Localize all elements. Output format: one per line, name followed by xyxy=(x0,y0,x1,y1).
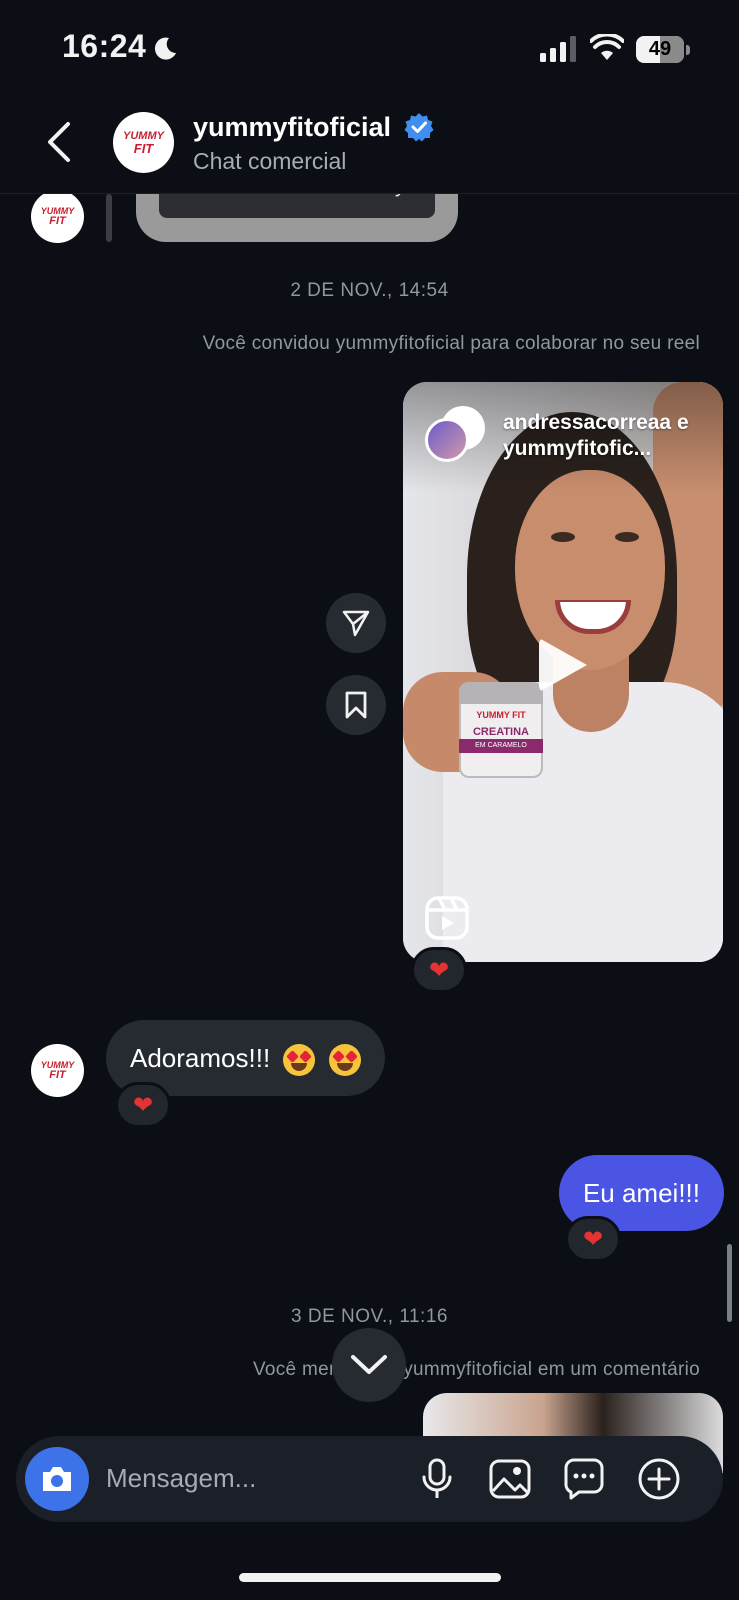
incoming-message-text: Adoramos!!! xyxy=(130,1043,271,1073)
reaction-heart[interactable]: ❤ xyxy=(411,947,467,993)
product-jar: YUMMY FIT CREATINA EM CARAMELO xyxy=(459,682,543,778)
bookmark-icon xyxy=(345,691,367,719)
reaction-heart[interactable]: ❤ xyxy=(115,1082,171,1128)
chat-bubble-icon xyxy=(564,1458,604,1500)
wifi-icon xyxy=(590,34,624,60)
more-options-button[interactable] xyxy=(635,1455,683,1503)
avatar-logo-line2: FIT xyxy=(133,140,154,156)
reel-title: andressacorreaa e yummyfitofic... xyxy=(503,411,689,460)
jar-name: CREATINA xyxy=(472,726,529,738)
share-button[interactable] xyxy=(326,593,386,653)
reply-indicator xyxy=(106,194,112,242)
system-message: Você convidou yummyfitoficial para colab… xyxy=(202,333,700,354)
gallery-icon xyxy=(489,1459,531,1499)
microphone-icon xyxy=(422,1458,452,1498)
save-button[interactable] xyxy=(326,675,386,735)
moon-icon xyxy=(154,37,176,60)
battery-level: 49 xyxy=(648,38,672,60)
home-indicator[interactable] xyxy=(239,1573,501,1582)
jar-band: EM CARAMELO xyxy=(459,739,543,753)
scroll-to-bottom-button[interactable] xyxy=(332,1328,406,1402)
message-composer xyxy=(16,1436,723,1522)
reel-face xyxy=(515,470,665,670)
reels-icon xyxy=(425,896,469,940)
reaction-heart[interactable]: ❤ xyxy=(565,1216,621,1262)
avatar-logo-line2: FIT xyxy=(49,214,66,227)
avatar-logo-line1: YUMMY xyxy=(123,129,164,142)
jar-brand: YUMMY FIT xyxy=(476,710,526,720)
reel-card[interactable]: YUMMY FIT CREATINA EM CARAMELO andressac… xyxy=(403,382,723,962)
timestamp: 3 DE NOV., 11:16 xyxy=(291,1306,448,1327)
heart-eyes-emoji xyxy=(283,1044,316,1077)
gallery-button[interactable] xyxy=(486,1455,534,1503)
contact-avatar[interactable]: YUMMY FIT xyxy=(31,1044,84,1097)
header-avatar[interactable]: YUMMY FIT xyxy=(113,112,174,173)
contact-name[interactable]: yummyfitoficial xyxy=(193,112,391,143)
sticker-button[interactable] xyxy=(560,1455,608,1503)
heart-eyes-emoji xyxy=(328,1044,361,1077)
microphone-button[interactable] xyxy=(413,1455,461,1503)
chevron-down-icon xyxy=(351,1355,387,1374)
system-message: Você mencionou yummyfitoficial em um com… xyxy=(252,1359,700,1380)
status-time: 16:24 xyxy=(62,28,147,64)
signal-icon xyxy=(540,36,576,62)
message-input[interactable] xyxy=(106,1452,396,1504)
avatar-logo-line2: FIT xyxy=(49,1068,66,1081)
contact-subtitle: Chat comercial xyxy=(193,148,347,174)
play-icon[interactable] xyxy=(539,638,587,692)
chat-header: YUMMY FIT yummyfitoficial Chat comercial xyxy=(0,100,739,194)
verified-badge-icon xyxy=(404,113,434,142)
camera-icon xyxy=(43,1467,71,1491)
status-bar: 16:24 49 xyxy=(0,0,739,100)
battery-icon: 49 xyxy=(636,36,690,63)
reel-avatar-user xyxy=(425,418,469,462)
send-icon xyxy=(342,610,370,637)
contact-avatar[interactable]: YUMMY FIT xyxy=(31,190,84,243)
timestamp: 2 DE NOV., 14:54 xyxy=(290,280,449,301)
plus-circle-icon xyxy=(638,1458,680,1500)
camera-button[interactable] xyxy=(25,1447,89,1511)
back-chevron-icon[interactable] xyxy=(40,118,80,166)
